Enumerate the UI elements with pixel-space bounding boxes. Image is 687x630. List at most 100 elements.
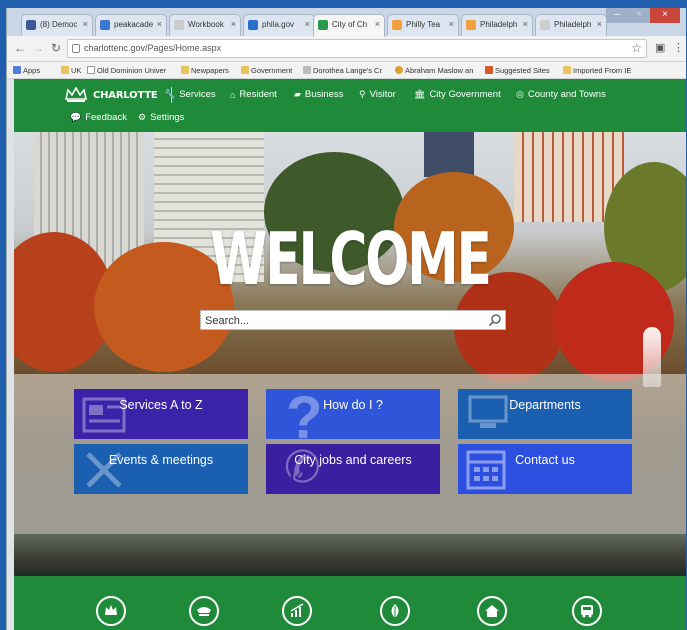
page-info-icon[interactable] xyxy=(72,44,80,53)
tile-label: City jobs and careers xyxy=(294,453,412,467)
page-icon xyxy=(87,66,95,74)
tile-label: How do I ? xyxy=(323,398,383,412)
extension-icon[interactable]: ▣ xyxy=(655,41,665,54)
tab-close-icon[interactable]: × xyxy=(375,19,380,29)
apps-grid-icon xyxy=(13,66,21,74)
bookmark-newpapers[interactable]: Newpapers xyxy=(181,66,229,75)
bookmark-odu[interactable]: Old Dominion Univer xyxy=(87,66,166,75)
forward-arrow-icon[interactable]: → xyxy=(31,41,45,55)
menu-dots-icon[interactable]: ⋮ xyxy=(673,41,684,54)
tab-5[interactable]: Philly Tea × xyxy=(387,14,459,36)
web-page: CHARLOTTE 🔧 Services ⌂ Resident ▰ Business … xyxy=(14,79,686,630)
footer-icon-bar xyxy=(14,576,686,630)
tab-label: Philadelph xyxy=(480,20,518,29)
nav-settings[interactable]: ⚙ Settings xyxy=(138,112,184,123)
charlotte-logo[interactable]: CHARLOTTE xyxy=(64,86,172,104)
leaf-icon[interactable] xyxy=(380,596,410,626)
tile-label: Contact us xyxy=(515,453,575,467)
gear-icon: ⚙ xyxy=(138,112,147,122)
page-favicon-icon xyxy=(174,20,184,30)
bookmark-suggested[interactable]: Suggested Sites xyxy=(485,66,550,75)
tile-how-do-i[interactable]: ? How do I ? xyxy=(266,389,440,439)
bookmark-government[interactable]: Government xyxy=(241,66,292,75)
address-bar[interactable]: charlottenc.gov/Pages/Home.aspx ☆ xyxy=(67,39,647,58)
page-favicon-icon xyxy=(540,20,550,30)
nav-resident[interactable]: ⌂ Resident xyxy=(230,89,277,100)
tab-label: (8) Democ xyxy=(40,20,78,29)
tile-events-meetings[interactable]: Events & meetings xyxy=(74,444,248,494)
crown-icon[interactable] xyxy=(96,596,126,626)
tab-3[interactable]: phila.gov × xyxy=(243,14,315,36)
bookmark-apps[interactable]: Apps xyxy=(13,66,40,75)
tile-label: Services A to Z xyxy=(119,398,203,412)
tab-7[interactable]: Philadelph × xyxy=(535,14,607,36)
map-pin-icon: ⚲ xyxy=(359,89,366,99)
tab-4-active[interactable]: City of Ch × xyxy=(313,14,385,37)
building-image xyxy=(424,132,474,177)
tab-1[interactable]: peakacade × xyxy=(95,14,167,36)
tab-close-icon[interactable]: × xyxy=(597,19,602,29)
comment-icon: 💬 xyxy=(70,112,82,122)
bookmark-dorothea[interactable]: Dorothea Lange's Cr xyxy=(303,66,382,75)
page-icon xyxy=(303,66,311,74)
search-icon[interactable] xyxy=(488,313,502,327)
briefcase-icon: ▰ xyxy=(294,89,301,99)
tab-2[interactable]: Workbook × xyxy=(169,14,241,36)
doc-favicon-icon xyxy=(392,20,402,30)
folder-icon xyxy=(61,66,69,74)
government-building-icon: 🏛 xyxy=(414,89,426,99)
bookmark-maslow[interactable]: Abraham Maslow an xyxy=(395,66,473,75)
wrench-icon: 🔧 xyxy=(164,89,176,99)
minimize-icon[interactable]: – xyxy=(606,8,628,23)
tile-label: Events & meetings xyxy=(108,453,214,467)
bookmark-uk[interactable]: UK xyxy=(61,66,81,75)
tab-label: Philly Tea xyxy=(406,20,441,29)
tab-close-icon[interactable]: × xyxy=(449,19,454,29)
hero-banner: WELCOME Services A to Z ? xyxy=(14,132,686,576)
tile-contact-us[interactable]: Contact us xyxy=(458,444,632,494)
search-input[interactable] xyxy=(201,312,481,330)
nav-feedback[interactable]: 💬 Feedback xyxy=(70,112,127,123)
folder-icon xyxy=(241,66,249,74)
maximize-icon[interactable]: ▫ xyxy=(628,8,650,23)
site-search xyxy=(200,310,506,330)
tab-6[interactable]: Philadelph × xyxy=(461,14,533,36)
house-icon[interactable] xyxy=(477,596,507,626)
site-header: CHARLOTTE 🔧 Services ⌂ Resident ▰ Business … xyxy=(14,79,686,132)
browser-window: (8) Democ × peakacade × Workbook × phila… xyxy=(6,8,686,630)
police-hat-icon[interactable] xyxy=(189,596,219,626)
nav-services[interactable]: 🔧 Services xyxy=(164,89,216,100)
close-window-icon[interactable]: × xyxy=(650,8,680,23)
bus-icon[interactable] xyxy=(572,596,602,626)
folder-icon xyxy=(181,66,189,74)
lake-image xyxy=(14,534,686,576)
tile-services-a-to-z[interactable]: Services A to Z xyxy=(74,389,248,439)
crown-logo-icon xyxy=(65,87,87,102)
nav-visitor[interactable]: ⚲ Visitor xyxy=(359,89,396,100)
tab-close-icon[interactable]: × xyxy=(83,19,88,29)
globe-icon: ◎ xyxy=(516,89,524,99)
facebook-favicon-icon xyxy=(26,20,36,30)
tab-0[interactable]: (8) Democ × xyxy=(21,14,93,36)
back-arrow-icon[interactable]: ← xyxy=(13,41,27,55)
tab-close-icon[interactable]: × xyxy=(157,19,162,29)
tab-close-icon[interactable]: × xyxy=(231,19,236,29)
tab-close-icon[interactable]: × xyxy=(305,19,310,29)
hero-title: WELCOME xyxy=(210,217,492,301)
pacman-favicon-icon xyxy=(100,20,110,30)
charlotte-favicon-icon xyxy=(318,20,328,30)
growth-chart-icon[interactable] xyxy=(282,596,312,626)
tile-departments[interactable]: Departments xyxy=(458,389,632,439)
tab-label: Workbook xyxy=(188,20,224,29)
nav-business[interactable]: ▰ Business xyxy=(294,89,343,100)
tile-city-jobs-careers[interactable]: ✆ City jobs and careers xyxy=(266,444,440,494)
tab-label: peakacade xyxy=(114,20,154,29)
reload-icon[interactable]: ↻ xyxy=(49,41,63,55)
bookmark-imported[interactable]: Imported From IE xyxy=(563,66,631,75)
tab-label: Philadelph xyxy=(554,20,592,29)
tab-close-icon[interactable]: × xyxy=(523,19,528,29)
nav-city-government[interactable]: 🏛 City Government xyxy=(414,89,501,100)
home-icon: ⌂ xyxy=(230,89,236,100)
bookmark-star-icon[interactable]: ☆ xyxy=(631,41,642,55)
nav-county-and-towns[interactable]: ◎ County and Towns xyxy=(516,89,606,100)
